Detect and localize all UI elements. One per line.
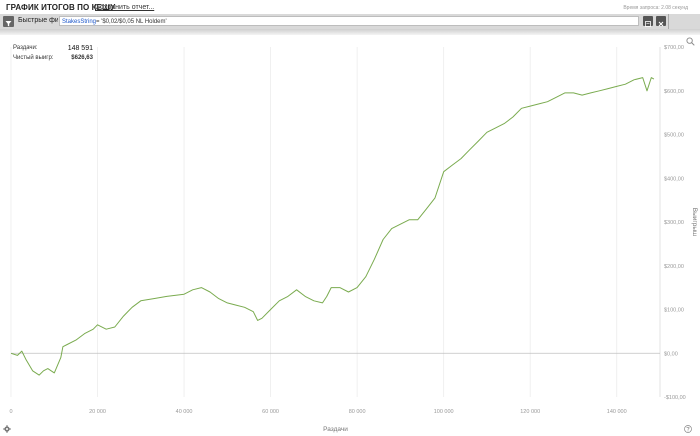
cash-results-line [10, 77, 655, 376]
help-icon[interactable] [684, 425, 692, 433]
y-tick-label: $300,00 [664, 220, 684, 226]
hands-stat: Раздачи: 148 591 [13, 45, 93, 55]
gear-icon[interactable] [3, 425, 11, 433]
x-tick-label: 60 000 [262, 409, 279, 415]
hands-value: 148 591 [67, 45, 93, 52]
toolbar-divider [668, 14, 669, 29]
close-icon [658, 21, 664, 27]
toolbar-shadow [0, 29, 700, 35]
title-bar: ГРАФИК ИТОГОВ ПО КЕШУ Сохранить отчет...… [0, 0, 700, 14]
edit-icon [645, 21, 651, 27]
x-tick-label: 20 000 [89, 409, 106, 415]
y-axis-title: Выигрыш [691, 208, 698, 237]
y-tick-label: $700,00 [664, 45, 684, 51]
net-win-value: $626,63 [71, 55, 93, 61]
net-win-label: Чистый выигр: [13, 55, 54, 61]
save-report-link[interactable]: Сохранить отчет... [95, 4, 154, 11]
filter-key: StakesString [62, 19, 97, 25]
y-tick-label: $400,00 [664, 176, 684, 182]
y-tick-label: $0,00 [664, 351, 678, 357]
y-tick-label: $600,00 [664, 89, 684, 95]
magnifier-icon[interactable] [686, 37, 695, 46]
quick-filter-input[interactable]: StakesString= '$0,02/$0,05 NL Holdem' [59, 16, 639, 26]
x-axis-title: Раздачи [323, 426, 348, 433]
x-tick-label: 120 000 [520, 409, 540, 415]
edit-filter-button[interactable] [643, 16, 653, 27]
clear-filter-button[interactable] [656, 16, 666, 27]
y-tick-label: $100,00 [664, 308, 684, 314]
hands-label: Раздачи: [13, 45, 38, 51]
net-win-stat: Чистый выигр: $626,63 [13, 55, 93, 65]
filter-icon[interactable] [3, 16, 14, 27]
y-tick-label: $200,00 [664, 264, 684, 270]
x-tick-label: 40 000 [176, 409, 193, 415]
y-tick-label: $500,00 [664, 133, 684, 139]
x-tick-label: 80 000 [349, 409, 366, 415]
quick-filter-bar: Быстрые фильтры StakesString= '$0,02/$0,… [0, 14, 700, 29]
x-tick-label: 100 000 [434, 409, 454, 415]
x-tick-label: 140 000 [607, 409, 627, 415]
y-tick-label: -$100,00 [664, 395, 686, 401]
cash-results-chart[interactable]: 0 20 000 40 000 60 000 80 000 100 000 120 000 1… [0, 36, 700, 436]
quick-filter-label: Быстрые фильтры [18, 17, 58, 24]
request-time: Время запроса: 2.08 секунд [623, 5, 688, 11]
filter-value: = '$0,02/$0,05 NL Holdem' [96, 19, 167, 25]
x-tick-label: 0 [9, 409, 12, 415]
stats-panel: Раздачи: 148 591 Чистый выигр: $626,63 [13, 45, 93, 65]
